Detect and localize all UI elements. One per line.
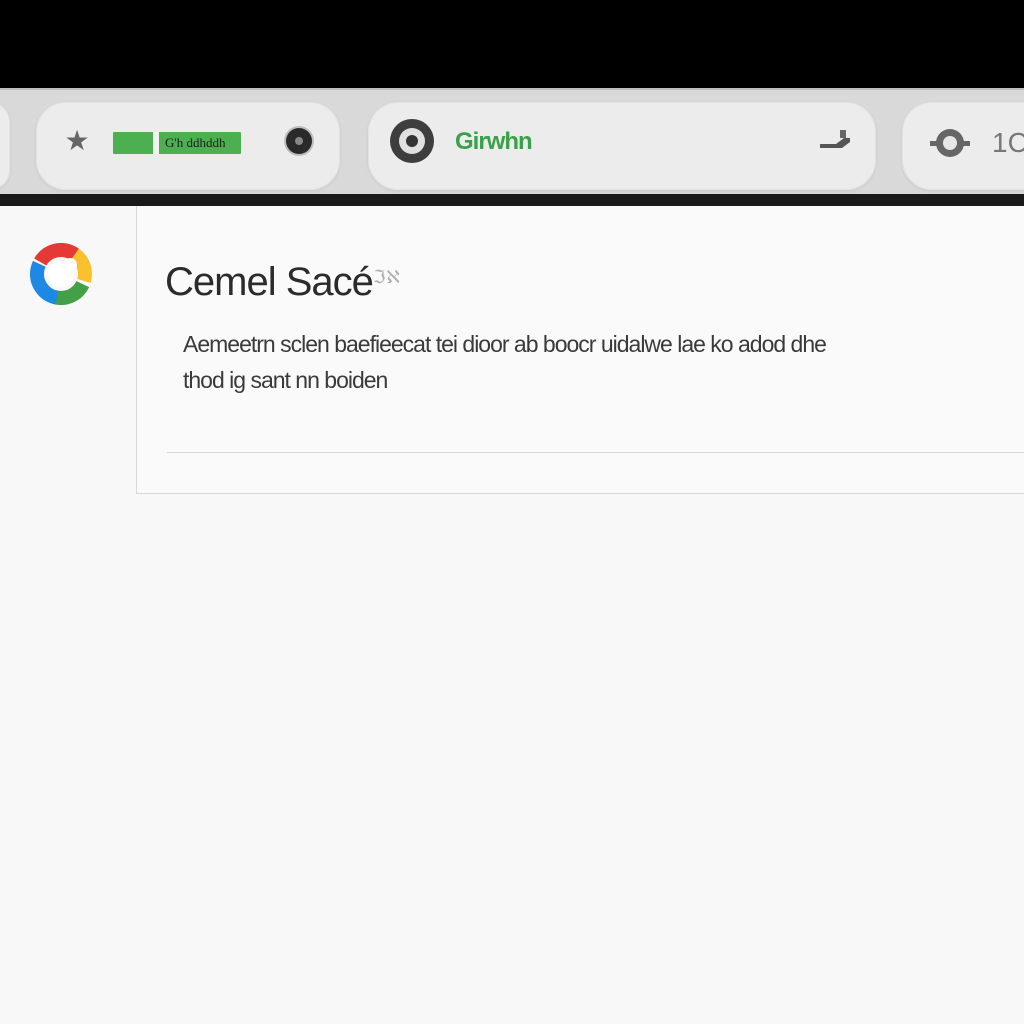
card-body-line: thod ig sant nn boiden — [183, 367, 388, 393]
top-black-band — [0, 0, 1024, 88]
card-divider — [167, 452, 1024, 453]
tab-pill-left[interactable] — [0, 102, 10, 190]
info-card: Cemel Sacéℑℵ Aemeetrn sclen baefieecat t… — [136, 206, 1024, 494]
card-body: Aemeetrn sclen baefieecat tei dioor ab b… — [183, 326, 1024, 398]
card-title-text: Cemel Sacé — [165, 260, 374, 304]
record-icon[interactable] — [286, 128, 312, 154]
chip-divider — [153, 132, 159, 154]
toolbar-bottom-rule — [0, 194, 1024, 206]
app-logo-icon — [30, 243, 92, 305]
share-icon[interactable] — [818, 128, 852, 150]
toggle-icon[interactable] — [928, 126, 972, 160]
card-title-suffix: ℑℵ — [372, 267, 401, 287]
address-text[interactable]: Girwhn — [455, 126, 533, 158]
edge-text: 1C — [992, 127, 1024, 158]
main-content: Cemel Sacéℑℵ Aemeetrn sclen baefieecat t… — [0, 206, 1024, 1024]
star-icon[interactable]: ★ — [62, 126, 92, 156]
card-title: Cemel Sacéℑℵ — [165, 254, 401, 305]
address-bar[interactable] — [368, 102, 876, 190]
card-body-line: Aemeetrn sclen baefieecat tei dioor ab b… — [183, 331, 827, 357]
green-chip[interactable]: G'h ddhddh — [113, 132, 241, 154]
camera-icon[interactable] — [390, 119, 434, 163]
chip-label: G'h ddhddh — [165, 135, 226, 150]
